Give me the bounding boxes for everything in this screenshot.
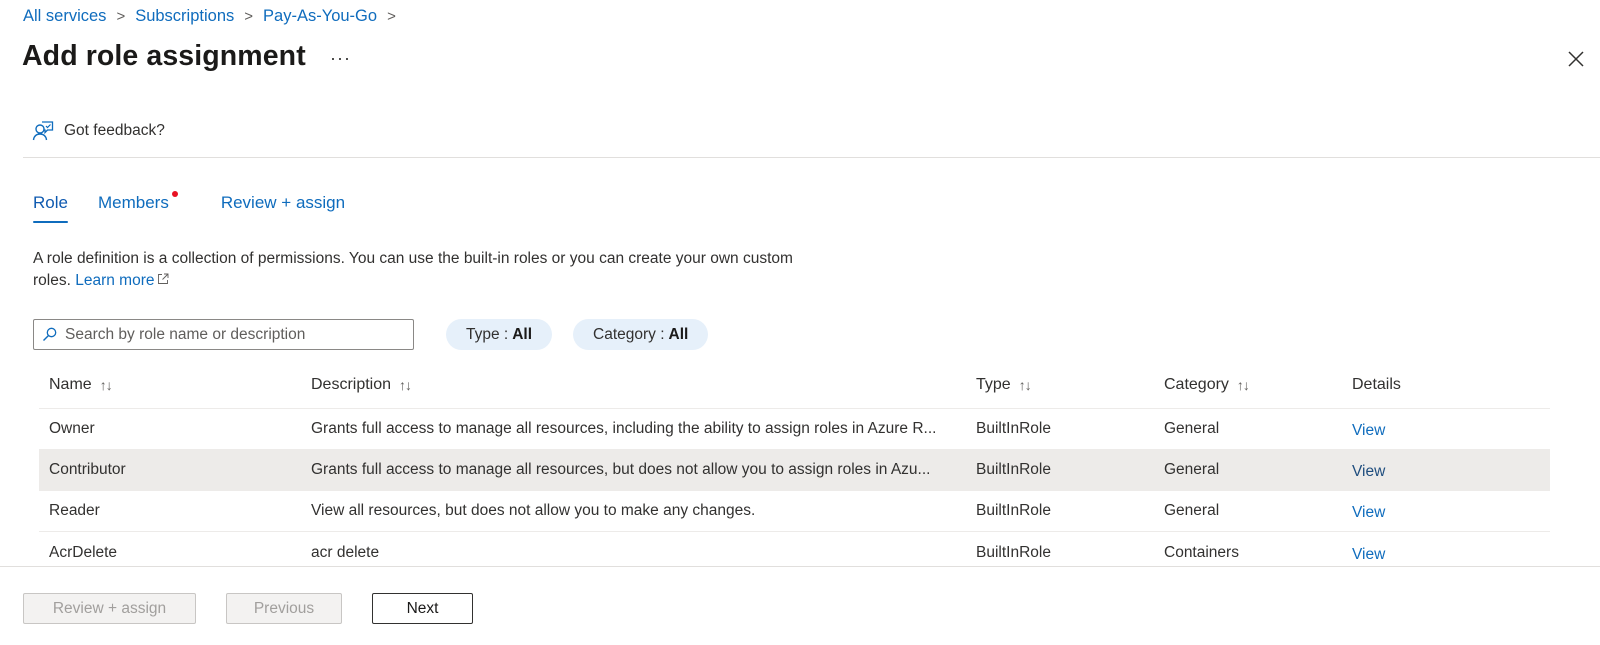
view-details-link[interactable]: View	[1352, 463, 1385, 479]
tab-review-assign[interactable]: Review + assign	[221, 193, 345, 223]
breadcrumb-all-services[interactable]: All services	[23, 7, 106, 26]
search-icon	[43, 327, 57, 341]
role-name: Reader	[49, 502, 100, 519]
column-header-name-label: Name	[49, 376, 92, 393]
role-category: General	[1164, 502, 1220, 519]
more-options-button[interactable]: ···	[330, 48, 351, 69]
tab-list: Role Members Review + assign	[33, 191, 345, 223]
column-header-type[interactable]: Type ↑↓	[976, 376, 1164, 394]
column-header-details: Details	[1352, 376, 1550, 394]
tab-review-assign-label: Review + assign	[220, 193, 346, 212]
search-box	[33, 319, 414, 350]
column-header-name[interactable]: Name ↑↓	[39, 376, 311, 394]
role-category: General	[1164, 420, 1220, 437]
table-header-row: Name ↑↓ Description ↑↓ Type ↑↓ Category …	[39, 362, 1550, 409]
role-description: Grants full access to manage all resourc…	[311, 420, 937, 437]
role-type: BuiltInRole	[976, 461, 1051, 478]
external-link-icon	[158, 273, 169, 284]
role-type: BuiltInRole	[976, 502, 1051, 519]
header-divider	[23, 157, 1600, 158]
review-assign-button[interactable]: Review + assign	[23, 593, 196, 624]
footer-divider	[0, 566, 1600, 567]
column-header-description-label: Description	[311, 376, 392, 393]
tab-members[interactable]: Members	[97, 191, 178, 223]
column-header-category[interactable]: Category ↑↓	[1164, 376, 1352, 394]
tab-members-label: Members	[97, 193, 169, 212]
sort-icon[interactable]: ↑↓	[399, 377, 412, 393]
role-name: Contributor	[49, 461, 126, 478]
role-name: Owner	[49, 420, 95, 437]
role-description: View all resources, but does not allow y…	[311, 502, 756, 519]
breadcrumb-separator: >	[116, 8, 126, 25]
role-name: AcrDelete	[49, 543, 118, 561]
feedback-button[interactable]: Got feedback?	[32, 120, 165, 142]
sort-icon[interactable]: ↑↓	[1019, 377, 1032, 393]
table-row[interactable]: Contributor Grants full access to manage…	[39, 450, 1550, 491]
close-button[interactable]	[1565, 48, 1587, 70]
category-filter-pill[interactable]: Category : All	[573, 319, 709, 350]
breadcrumb-separator: >	[387, 8, 396, 25]
role-category: Containers	[1164, 543, 1239, 561]
role-category: General	[1164, 461, 1220, 478]
tab-role-label: Role	[33, 193, 68, 212]
sort-icon[interactable]: ↑↓	[100, 377, 113, 393]
view-details-link[interactable]: View	[1352, 504, 1385, 520]
page-title: Add role assignment	[22, 40, 306, 72]
breadcrumb-separator: >	[244, 8, 254, 25]
role-description: Grants full access to manage all resourc…	[311, 461, 931, 478]
role-description-text: A role definition is a collection of per…	[33, 248, 793, 292]
type-filter-value: All	[512, 325, 533, 343]
close-icon	[1568, 51, 1584, 67]
breadcrumb-pay-as-you-go[interactable]: Pay-As-You-Go	[263, 7, 377, 26]
column-header-category-label: Category	[1164, 376, 1229, 393]
learn-more-label: Learn more	[75, 272, 155, 289]
required-indicator-dot	[171, 191, 178, 197]
previous-button[interactable]: Previous	[226, 593, 342, 624]
category-filter-value: All	[668, 325, 689, 343]
table-row[interactable]: Reader View all resources, but does not …	[39, 491, 1550, 532]
role-description: acr delete	[311, 543, 380, 561]
column-header-details-label: Details	[1352, 376, 1401, 393]
view-details-link[interactable]: View	[1352, 422, 1385, 438]
feedback-person-icon	[32, 121, 54, 141]
view-details-link[interactable]: View	[1352, 546, 1385, 562]
breadcrumb: All services > Subscriptions > Pay-As-Yo…	[23, 7, 406, 26]
learn-more-link[interactable]: Learn more	[75, 272, 169, 289]
type-filter-label: Type :	[466, 325, 509, 343]
sort-icon[interactable]: ↑↓	[1237, 377, 1250, 393]
roles-table: Name ↑↓ Description ↑↓ Type ↑↓ Category …	[39, 362, 1550, 573]
search-input[interactable]	[65, 325, 405, 344]
role-type: BuiltInRole	[976, 420, 1051, 437]
tab-role[interactable]: Role	[33, 193, 68, 223]
feedback-label: Got feedback?	[64, 122, 165, 139]
column-header-type-label: Type	[976, 376, 1011, 393]
role-type: BuiltInRole	[976, 543, 1051, 561]
breadcrumb-subscriptions[interactable]: Subscriptions	[135, 7, 234, 26]
category-filter-label: Category :	[593, 325, 665, 343]
column-header-description[interactable]: Description ↑↓	[311, 376, 976, 394]
next-button[interactable]: Next	[372, 593, 473, 624]
type-filter-pill[interactable]: Type : All	[446, 319, 553, 350]
table-row[interactable]: Owner Grants full access to manage all r…	[39, 409, 1550, 450]
